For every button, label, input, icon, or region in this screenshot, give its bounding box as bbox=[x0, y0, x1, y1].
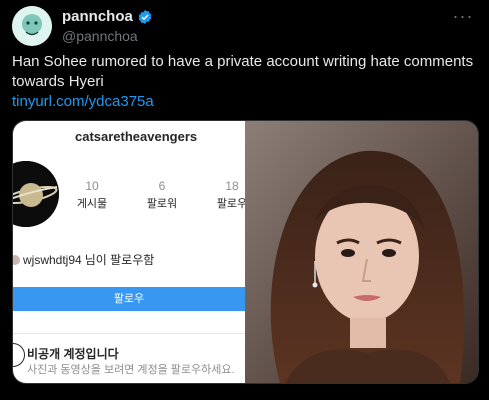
tweet-link[interactable]: tinyurl.com/ydca375a bbox=[12, 93, 154, 110]
verified-badge-icon bbox=[137, 9, 153, 25]
display-name[interactable]: pannchoa bbox=[62, 8, 153, 25]
ig-stat-label: 팔로워 bbox=[146, 198, 178, 210]
ig-stat-label: 게시물 bbox=[76, 198, 108, 210]
lock-icon bbox=[13, 343, 25, 367]
display-name-text[interactable]: pannchoa bbox=[62, 8, 133, 25]
ig-followed-user: wjswhdtj94 bbox=[23, 252, 82, 267]
tweet-text: Han Sohee rumored to have a private acco… bbox=[12, 53, 474, 90]
follower-avatar bbox=[13, 254, 20, 265]
ig-follow-button: 팔로우 bbox=[13, 287, 245, 311]
profile-avatar[interactable] bbox=[12, 6, 52, 46]
ig-private-title: 비공개 계정입니다 bbox=[27, 347, 119, 361]
ig-stat-num: 6 bbox=[158, 179, 166, 193]
ig-username: catsaretheavengers bbox=[75, 129, 198, 144]
tweet-media[interactable]: catsaretheavengers 10 게시물 6 팔로워 18 팔로우 w… bbox=[12, 120, 479, 384]
ig-private-desc: 사진과 동영상을 보려면 계정을 팔로우하세요. bbox=[27, 364, 235, 376]
ig-avatar-saturn-icon bbox=[13, 161, 59, 227]
divider bbox=[13, 333, 245, 334]
ellipsis-icon[interactable]: ··· bbox=[451, 7, 475, 28]
portrait-photo bbox=[245, 121, 478, 383]
tweet: pannchoa @pannchoa ··· Han Sohee rumored… bbox=[0, 0, 489, 400]
ig-stat-posts: 10 게시물 bbox=[67, 179, 117, 211]
ig-followed-by: wjswhdtj94 님이 팔로우함 bbox=[13, 251, 155, 268]
user-handle[interactable]: @pannchoa bbox=[62, 28, 138, 44]
ig-followed-suffix: 님이 팔로우함 bbox=[84, 253, 155, 267]
ig-stat-followers: 6 팔로워 bbox=[137, 179, 187, 211]
instagram-screenshot: catsaretheavengers 10 게시물 6 팔로워 18 팔로우 w… bbox=[13, 121, 247, 383]
ig-stat-num: 10 bbox=[85, 179, 99, 193]
